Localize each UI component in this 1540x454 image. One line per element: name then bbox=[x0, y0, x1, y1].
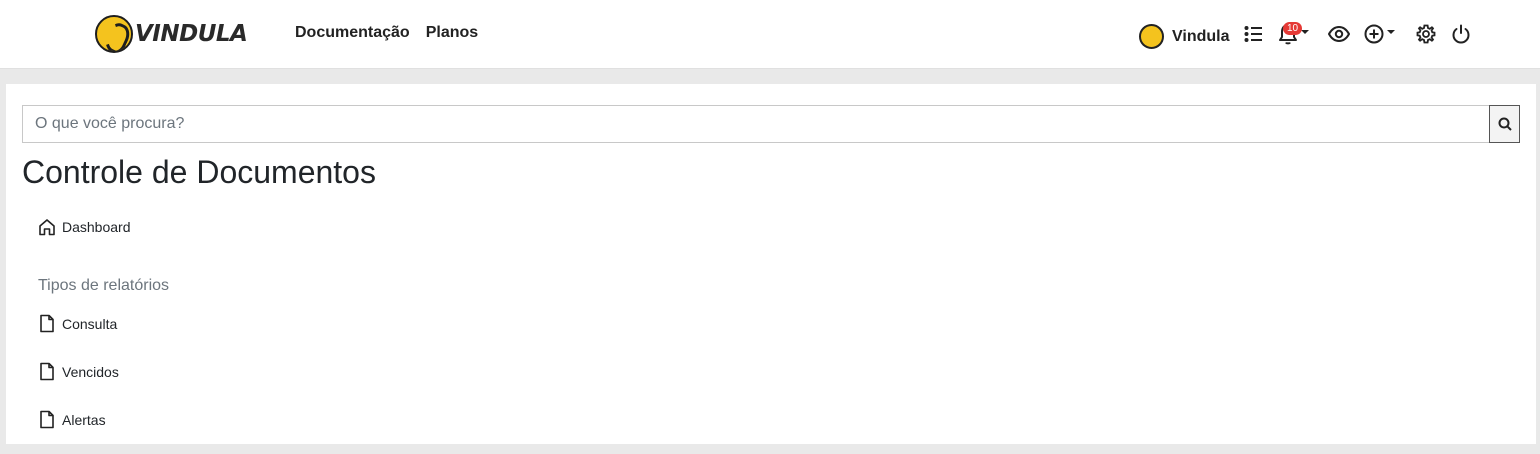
vindula-logo[interactable]: VINDULA bbox=[95, 14, 248, 54]
menu-item-dashboard[interactable]: Dashboard bbox=[38, 218, 131, 236]
menu-item-consulta[interactable]: Consulta bbox=[38, 314, 117, 333]
menu-item-alertas[interactable]: Alertas bbox=[38, 410, 106, 429]
logout-button[interactable] bbox=[1451, 22, 1471, 46]
search-icon bbox=[1498, 117, 1512, 131]
notifications-button[interactable]: 10 bbox=[1278, 22, 1309, 46]
notification-badge: 10 bbox=[1283, 22, 1303, 35]
list-button[interactable] bbox=[1244, 22, 1264, 46]
eye-icon bbox=[1328, 25, 1350, 43]
top-nav: Documentação Planos bbox=[295, 24, 478, 42]
user-name: Vindula bbox=[1172, 27, 1230, 45]
view-button[interactable] bbox=[1328, 22, 1350, 46]
user-menu[interactable]: Vindula bbox=[1139, 24, 1230, 49]
gear-icon bbox=[1416, 24, 1436, 44]
main-panel: Controle de Documentos Dashboard Tipos d… bbox=[6, 84, 1536, 444]
plus-circle-icon bbox=[1364, 24, 1384, 44]
chevron-down-icon bbox=[1301, 30, 1309, 34]
power-icon bbox=[1452, 24, 1470, 44]
file-icon bbox=[40, 314, 54, 333]
menu-item-label: Consulta bbox=[62, 315, 118, 332]
settings-button[interactable] bbox=[1416, 22, 1436, 46]
top-navbar: VINDULA Documentação Planos Vindula 10 bbox=[0, 0, 1540, 69]
menu-item-label: Vencidos bbox=[62, 363, 119, 380]
add-button[interactable] bbox=[1364, 22, 1395, 46]
avatar bbox=[1139, 24, 1164, 49]
logo-text: VINDULA bbox=[135, 21, 248, 47]
list-icon bbox=[1244, 26, 1262, 42]
nav-link-planos[interactable]: Planos bbox=[426, 24, 478, 42]
nav-link-documentacao[interactable]: Documentação bbox=[295, 24, 410, 42]
menu-item-label: Dashboard bbox=[62, 219, 131, 235]
menu-item-vencidos[interactable]: Vencidos bbox=[38, 362, 119, 381]
page-title: Controle de Documentos bbox=[22, 154, 376, 190]
file-icon bbox=[40, 410, 54, 429]
section-label-report-types: Tipos de relatórios bbox=[38, 277, 170, 294]
logo-mark-icon bbox=[95, 15, 133, 53]
home-icon bbox=[39, 219, 55, 236]
chevron-down-icon bbox=[1387, 30, 1395, 34]
search-bar bbox=[22, 105, 1520, 143]
search-button[interactable] bbox=[1489, 105, 1520, 143]
file-icon bbox=[40, 362, 54, 381]
search-input[interactable] bbox=[22, 105, 1489, 143]
menu-item-label: Alertas bbox=[62, 411, 106, 428]
